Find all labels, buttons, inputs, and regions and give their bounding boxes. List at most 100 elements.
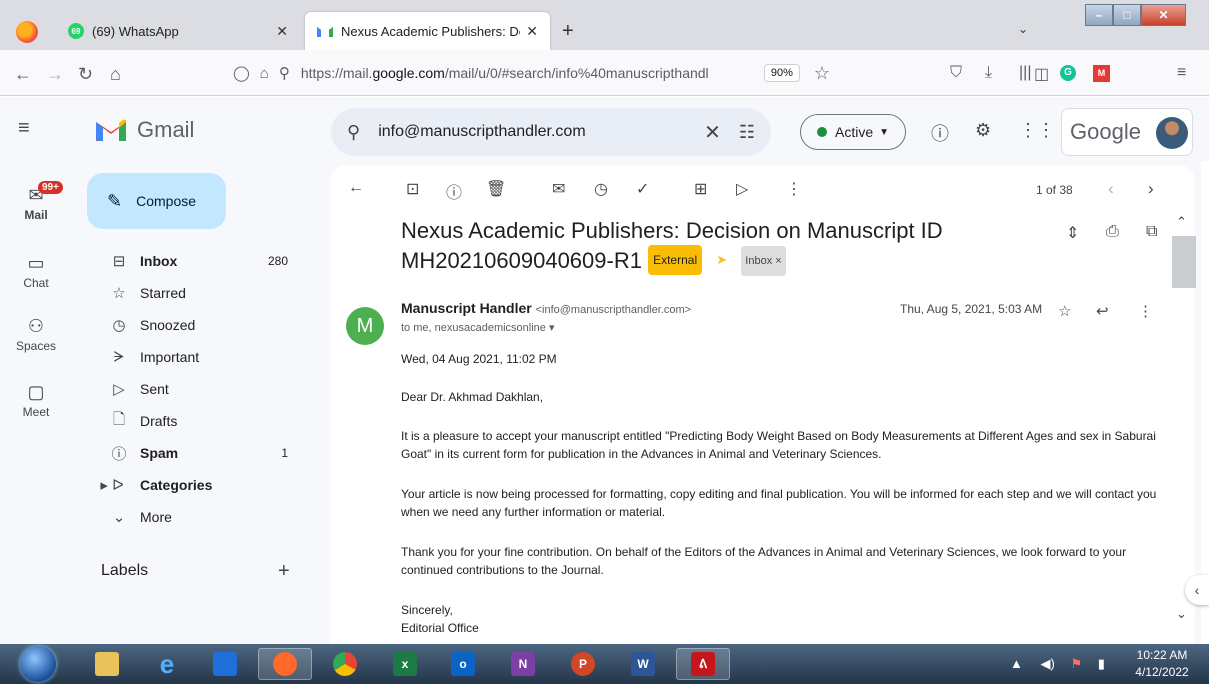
tab-close-icon[interactable]: ✕ xyxy=(526,23,538,40)
list-tabs-icon[interactable]: ⌄ xyxy=(1018,22,1028,36)
star-icon[interactable]: ☆ xyxy=(1058,302,1071,320)
zoom-level[interactable]: 90% xyxy=(763,64,800,82)
tab-gmail[interactable]: Nexus Academic Publishers: Dec ✕ xyxy=(305,12,550,50)
shield-icon[interactable]: ◯ xyxy=(233,64,250,82)
explorer-taskbar-button[interactable] xyxy=(80,648,134,680)
main-menu-icon[interactable]: ≡ xyxy=(18,117,30,140)
onenote-taskbar-button[interactable]: N xyxy=(496,648,550,680)
newer-chevron-icon[interactable]: ‹ xyxy=(1108,179,1114,199)
start-button[interactable] xyxy=(20,646,56,682)
reload-icon[interactable]: ↻ xyxy=(78,64,93,85)
firefox-taskbar-button[interactable] xyxy=(258,648,312,680)
add-label-icon[interactable]: + xyxy=(278,560,290,583)
ie-taskbar-button[interactable]: e xyxy=(140,648,194,680)
scroll-up-icon[interactable]: ⌃ xyxy=(1176,214,1187,230)
chrome-taskbar-button[interactable] xyxy=(318,648,372,680)
more-vert-icon[interactable]: ⋮ xyxy=(1138,302,1153,320)
tab-whatsapp[interactable]: 69 (69) WhatsApp ✕ xyxy=(56,12,300,50)
compose-button[interactable]: ✎ Compose xyxy=(87,173,226,229)
sidebar-item-categories[interactable]: ▸ ᐅ Categories xyxy=(72,469,322,501)
new-tab-button[interactable]: + xyxy=(562,20,574,43)
help-icon[interactable]: ⓘ xyxy=(931,120,949,146)
maximize-button[interactable]: □ xyxy=(1113,4,1141,26)
extension-icon[interactable]: M xyxy=(1093,65,1110,82)
rail-mail[interactable]: ✉ 99+ Mail xyxy=(0,181,72,222)
volume-icon[interactable]: ◀) xyxy=(1041,656,1055,671)
media-taskbar-button[interactable] xyxy=(198,648,252,680)
recipients-toggle[interactable]: to me, nexusacademicsonline ▾ xyxy=(401,321,555,334)
scrollbar-thumb[interactable] xyxy=(1172,236,1196,288)
older-chevron-icon[interactable]: › xyxy=(1148,179,1154,199)
pocket-icon[interactable]: ⛉ xyxy=(950,64,962,82)
print-icon[interactable]: ⎙ xyxy=(1106,223,1119,241)
clear-search-icon[interactable]: ✕ xyxy=(704,120,721,145)
taskbar-clock[interactable]: 10:22 AM 4/12/2022 xyxy=(1120,647,1204,681)
add-task-icon[interactable]: ✓ xyxy=(636,179,649,199)
snooze-icon[interactable]: ◷ xyxy=(594,179,608,199)
show-hidden-icons-icon[interactable]: ▲ xyxy=(1010,656,1023,671)
menu-icon[interactable]: ≡ xyxy=(1177,64,1186,82)
apps-grid-icon[interactable]: ⋮⋮ xyxy=(1019,120,1055,141)
settings-gear-icon[interactable]: ⚙ xyxy=(975,120,991,141)
sidebar-item-sent[interactable]: ▷ Sent xyxy=(72,373,322,405)
status-dropdown[interactable]: Active ▼ xyxy=(800,114,906,150)
bookmark-star-icon[interactable]: ☆ xyxy=(814,63,830,84)
action-center-icon[interactable]: ⚑ xyxy=(1070,656,1082,671)
permissions-icon[interactable]: ⚲ xyxy=(279,64,290,82)
avatar[interactable] xyxy=(1156,117,1188,149)
sidebar-item-more[interactable]: ⌄ More xyxy=(72,501,322,533)
sidebar-item-spam[interactable]: ⓘ Spam 1 xyxy=(72,437,322,469)
word-taskbar-button[interactable]: W xyxy=(616,648,670,680)
tab-close-icon[interactable]: ✕ xyxy=(276,23,288,40)
close-window-button[interactable]: ✕ xyxy=(1141,4,1186,26)
sidebar-item-starred[interactable]: ☆ Starred xyxy=(72,277,322,309)
acrobat-taskbar-button[interactable]: ᕕ xyxy=(676,648,730,680)
lock-icon[interactable]: ⌂ xyxy=(260,65,269,82)
outlook-taskbar-button[interactable]: o xyxy=(436,648,490,680)
account-switcher[interactable]: Google xyxy=(1061,108,1193,156)
sidebar-icon[interactable]: ◫ xyxy=(1034,64,1049,84)
label-icon[interactable]: ▷ xyxy=(736,179,748,199)
firefox-icon[interactable] xyxy=(16,21,38,43)
rail-spaces[interactable]: ⚇ Spaces xyxy=(0,316,72,353)
search-options-icon[interactable]: ☷ xyxy=(739,122,755,143)
more-options-icon[interactable]: ⋮ xyxy=(786,179,802,199)
power-icon[interactable]: ▮ xyxy=(1098,656,1105,671)
archive-icon[interactable]: ⊡ xyxy=(406,179,419,199)
search-input[interactable]: info@manuscripthandler.com xyxy=(378,123,704,141)
side-panel-toggle-icon[interactable]: ‹ xyxy=(1185,575,1209,605)
report-spam-icon[interactable]: ⓘ xyxy=(446,179,462,203)
grammarly-icon[interactable]: G xyxy=(1060,65,1076,81)
search-bar[interactable]: ⚲ info@manuscripthandler.com ✕ ☷ xyxy=(331,108,771,156)
expand-all-icon[interactable]: ⇕ xyxy=(1066,223,1079,243)
rail-meet[interactable]: ▢ Meet xyxy=(0,382,72,419)
rail-chat[interactable]: ▭ Chat xyxy=(0,253,72,290)
gmail-logo-icon[interactable] xyxy=(96,119,126,141)
reply-icon[interactable]: ↩ xyxy=(1096,302,1109,320)
importance-marker-icon[interactable]: ➤ xyxy=(716,246,727,274)
search-icon[interactable]: ⚲ xyxy=(347,122,360,143)
delete-icon[interactable]: 🗑 xyxy=(486,179,506,199)
sidebar-item-drafts[interactable]: 🗋 Drafts xyxy=(72,405,322,437)
downloads-icon[interactable]: ⤓ xyxy=(985,64,992,82)
powerpoint-taskbar-button[interactable]: P xyxy=(556,648,610,680)
home-icon[interactable]: ⌂ xyxy=(110,64,121,85)
url-text[interactable]: https://mail.google.com/mail/u/0/#search… xyxy=(301,65,756,81)
excel-taskbar-button[interactable]: x xyxy=(378,648,432,680)
inbox-label-chip[interactable]: Inbox × xyxy=(741,246,786,276)
mark-unread-icon[interactable]: ✉ xyxy=(552,179,565,199)
sidebar-item-important[interactable]: ᗒ Important xyxy=(72,341,322,373)
sidebar-item-snoozed[interactable]: ◷ Snoozed xyxy=(72,309,322,341)
message-scrollbar[interactable]: ⌃ ⌄ xyxy=(1172,208,1196,628)
back-icon[interactable]: ← xyxy=(14,64,32,85)
url-bar[interactable]: ◯ ⌂ ⚲ https://mail.google.com/mail/u/0/#… xyxy=(228,57,868,89)
library-icon[interactable]: ||| xyxy=(1019,64,1031,82)
move-to-icon[interactable]: ⊞ xyxy=(694,179,707,199)
scroll-down-icon[interactable]: ⌄ xyxy=(1176,606,1187,622)
new-window-icon[interactable]: ⧉ xyxy=(1146,223,1157,241)
chevron-down-icon: ⌄ xyxy=(112,509,126,526)
back-to-results-icon[interactable]: ← xyxy=(348,179,364,197)
minimize-button[interactable]: – xyxy=(1085,4,1113,26)
forward-icon[interactable]: → xyxy=(46,64,64,85)
sidebar-item-inbox[interactable]: ⊟ Inbox 280 xyxy=(72,245,322,277)
